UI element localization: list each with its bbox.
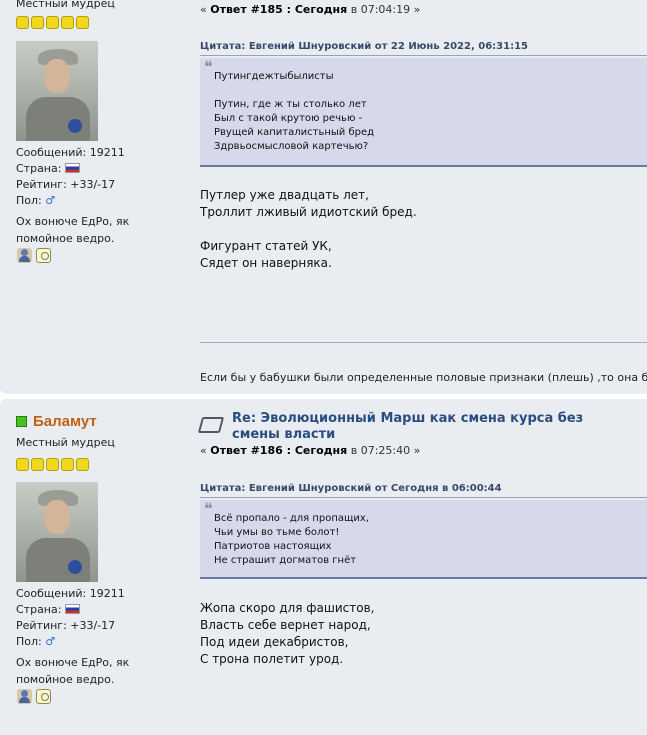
author-actions xyxy=(17,689,51,704)
pm-icon[interactable] xyxy=(36,689,51,704)
pm-icon[interactable] xyxy=(36,248,51,263)
author-personal-text: Ох вонюче ЕдРо, як помойное ведро. xyxy=(16,215,130,245)
star-icon xyxy=(16,16,29,29)
star-icon xyxy=(61,458,74,471)
post-meta: « Ответ #186 : Сегодня в 07:25:40 » xyxy=(200,444,421,457)
author-name[interactable]: Баламут xyxy=(33,413,97,430)
quote-body: ❝ Путингдежтыбылисты Путин, где ж ты сто… xyxy=(200,58,647,167)
rank-stars xyxy=(16,16,89,29)
topic-icon xyxy=(197,417,225,433)
post-185: Местный мудрец Сообщений: 19211 Страна: … xyxy=(0,0,647,394)
male-icon: ♂ xyxy=(45,635,56,648)
author-rating: Рейтинг: +33/-17 xyxy=(16,619,116,632)
star-icon xyxy=(31,458,44,471)
signature: Если бы у бабушки были определенные поло… xyxy=(200,371,647,384)
post-title-row: Re: Эволюционный Марш как смена курса бе… xyxy=(197,411,632,443)
profile-icon[interactable] xyxy=(17,689,32,704)
author-rank: Местный мудрец xyxy=(16,0,115,10)
star-icon xyxy=(31,16,44,29)
male-icon: ♂ xyxy=(45,194,56,207)
post-186: Баламут Местный мудрец Сообщений: 19211 … xyxy=(0,399,647,735)
post-body: Жопа скоро для фашистов, Власть себе вер… xyxy=(200,601,375,666)
avatar[interactable] xyxy=(16,482,98,582)
author-gender: Пол: ♂ xyxy=(16,194,56,207)
author-name-row: Баламут xyxy=(16,413,97,430)
author-messages: Сообщений: 19211 xyxy=(16,587,125,600)
russia-flag-icon xyxy=(64,163,80,173)
author-rank: Местный мудрец xyxy=(16,436,115,449)
star-icon xyxy=(46,16,59,29)
author-country: Страна: xyxy=(16,161,125,177)
star-icon xyxy=(76,458,89,471)
author-personal-text: Ох вонюче ЕдРо, як помойное ведро. xyxy=(16,656,130,686)
author-rating: Рейтинг: +33/-17 xyxy=(16,178,116,191)
author-stats: Сообщений: 19211 Страна: Рейтинг: +33/-1… xyxy=(16,145,125,209)
quote-mark-icon: ❝ xyxy=(204,57,213,76)
online-status-icon xyxy=(16,416,27,427)
author-country: Страна: xyxy=(16,602,125,618)
quote-body: ❝ Всё пропало - для пропащих, Чьи умы во… xyxy=(200,500,647,579)
rank-stars xyxy=(16,458,89,471)
russia-flag-icon xyxy=(64,604,80,614)
quote-mark-icon: ❝ xyxy=(204,499,213,518)
post-title[interactable]: Re: Эволюционный Марш как смена курса бе… xyxy=(232,411,632,443)
quote-header[interactable]: Цитата: Евгений Шнуровский от Сегодня в … xyxy=(200,483,647,498)
star-icon xyxy=(76,16,89,29)
quote-header[interactable]: Цитата: Евгений Шнуровский от 22 Июнь 20… xyxy=(200,41,647,56)
signature-divider xyxy=(200,342,647,343)
profile-icon[interactable] xyxy=(17,248,32,263)
post-meta: « Ответ #185 : Сегодня в 07:04:19 » xyxy=(200,3,421,16)
star-icon xyxy=(46,458,59,471)
post-body: Путлер уже двадцать лет, Троллит лживый … xyxy=(200,188,417,270)
author-gender: Пол: ♂ xyxy=(16,635,56,648)
author-actions xyxy=(17,248,51,263)
avatar[interactable] xyxy=(16,41,98,141)
star-icon xyxy=(61,16,74,29)
author-messages: Сообщений: 19211 xyxy=(16,146,125,159)
reply-link[interactable]: Ответ #185 : Сегодня xyxy=(210,3,347,16)
star-icon xyxy=(16,458,29,471)
author-stats: Сообщений: 19211 Страна: Рейтинг: +33/-1… xyxy=(16,586,125,650)
reply-link[interactable]: Ответ #186 : Сегодня xyxy=(210,444,347,457)
